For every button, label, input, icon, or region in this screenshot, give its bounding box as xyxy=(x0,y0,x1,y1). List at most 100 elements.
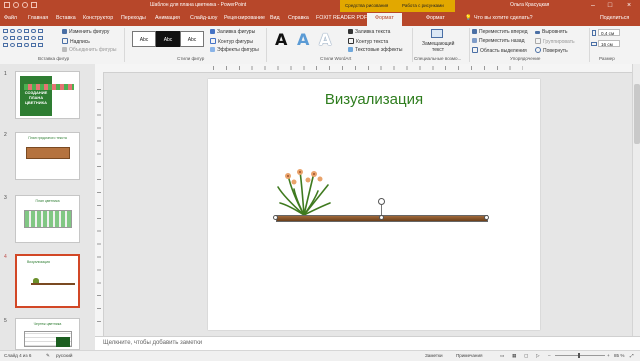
effects-icon xyxy=(210,47,215,52)
ribbon-tabs: Файл Главная Вставка Конструктор Переход… xyxy=(0,12,640,26)
fit-slide-icon[interactable]: ⤢ xyxy=(630,353,634,358)
zoom-level[interactable]: 85 % xyxy=(614,353,624,358)
rotate-handle-stem xyxy=(381,205,382,215)
vertical-ruler xyxy=(95,72,104,336)
slide-thumbnail-panel[interactable]: 1 СОЗДАНИЕ ПЛАНА ЦВЕТНИКА 2 План грядочн… xyxy=(0,64,95,350)
slideshow-view-icon[interactable]: ▷ xyxy=(536,353,540,359)
merge-shapes-button[interactable]: Объединить фигуры xyxy=(62,47,116,53)
window-title: Шаблон для плана цветника - PowerPoint xyxy=(150,2,247,8)
text-effects-button[interactable]: Текстовые эффекты xyxy=(348,47,402,53)
tab-home[interactable]: Главная xyxy=(28,15,48,21)
text-box-button[interactable]: Надпись xyxy=(62,38,90,45)
slide-thumbnail-5[interactable]: Чертеж цветника xyxy=(15,318,80,350)
minimize-button[interactable]: – xyxy=(586,1,600,11)
bring-forward-button[interactable]: Переместить вперед xyxy=(472,29,528,35)
group-label-arrange: Упорядочение xyxy=(510,56,541,61)
text-effects-icon xyxy=(348,47,353,52)
zoom-slider-thumb[interactable] xyxy=(578,353,580,358)
tab-review[interactable]: Рецензирование xyxy=(224,15,265,21)
slide-sorter-icon[interactable]: ▦ xyxy=(512,353,516,359)
context-hint-label: Работа с рисунками xyxy=(402,3,444,8)
vertical-scrollbar[interactable] xyxy=(632,64,640,336)
tab-file[interactable]: Файл xyxy=(4,15,17,21)
shape-style-white[interactable]: Abc xyxy=(132,31,156,47)
text-outline-button[interactable]: Контур текста xyxy=(348,38,388,45)
resize-handle-middle[interactable] xyxy=(379,215,384,220)
thumbnail-number: 4 xyxy=(4,254,7,260)
group-label-wordart: Стили WordArt xyxy=(320,56,352,61)
undo-icon[interactable] xyxy=(13,2,19,8)
tab-format-picture[interactable]: Формат xyxy=(426,15,445,21)
spellcheck-icon[interactable]: ✎ xyxy=(46,353,50,359)
user-name[interactable]: Ольга Красуцкая xyxy=(510,2,549,8)
slide-canvas[interactable]: Визуализация xyxy=(208,79,540,330)
tab-animations[interactable]: Анимация xyxy=(155,15,180,21)
text-outline-icon xyxy=(348,38,354,44)
thumb-bed xyxy=(26,147,70,159)
width-icon xyxy=(591,42,597,46)
redo-icon[interactable] xyxy=(22,2,28,8)
align-button[interactable]: Выровнять xyxy=(535,29,568,35)
group-button[interactable]: Группировать xyxy=(535,38,575,45)
shape-style-black[interactable]: Abc xyxy=(156,31,180,47)
maximize-button[interactable]: □ xyxy=(603,1,617,11)
slide-thumbnail-4[interactable]: Визуализация xyxy=(15,254,80,308)
text-fill-icon xyxy=(348,29,353,34)
tab-help[interactable]: Справка xyxy=(288,15,309,21)
send-backward-icon xyxy=(472,38,477,43)
tab-insert[interactable]: Вставка xyxy=(56,15,76,21)
slide-thumbnail-1[interactable]: СОЗДАНИЕ ПЛАНА ЦВЕТНИКА xyxy=(15,71,80,119)
rotate-handle-icon[interactable] xyxy=(378,198,385,205)
shape-width-input[interactable]: 16 см xyxy=(598,40,620,47)
shape-height-input[interactable]: 0,4 см xyxy=(598,29,620,36)
tab-format-drawing[interactable]: Формат xyxy=(367,13,402,26)
flower-plant-image[interactable] xyxy=(274,167,334,217)
send-backward-button[interactable]: Переместить назад xyxy=(472,38,525,44)
shape-style-outline[interactable]: Abc xyxy=(180,31,204,47)
language-indicator[interactable]: русский xyxy=(56,353,72,358)
tab-design[interactable]: Конструктор xyxy=(83,15,113,21)
wordart-black[interactable]: A xyxy=(275,30,287,49)
slide-counter: Слайд 4 из 6 xyxy=(4,353,32,358)
outline-pen-icon xyxy=(210,38,216,44)
notes-placeholder[interactable]: Щелкните, чтобы добавить заметки xyxy=(103,340,202,346)
rotate-button[interactable]: Повернуть xyxy=(535,47,568,54)
zoom-slider[interactable] xyxy=(555,355,605,356)
scrollbar-thumb[interactable] xyxy=(634,84,640,144)
reading-view-icon[interactable]: ▢ xyxy=(524,353,528,359)
slideshow-start-icon[interactable] xyxy=(31,2,37,8)
edit-shape-button[interactable]: Изменить фигуру xyxy=(62,29,109,35)
shapes-gallery[interactable] xyxy=(3,29,59,53)
notes-pane[interactable]: Щелкните, чтобы добавить заметки xyxy=(95,336,640,351)
shape-outline-button[interactable]: Контур фигуры xyxy=(210,38,253,45)
zoom-out-button[interactable]: – xyxy=(548,353,551,358)
alt-text-button-line2[interactable]: текст xyxy=(432,47,444,53)
horizontal-ruler xyxy=(95,64,632,73)
shape-fill-button[interactable]: Заливка фигуры xyxy=(210,29,255,35)
close-button[interactable]: × xyxy=(622,1,636,11)
tab-slideshow[interactable]: Слайд-шоу xyxy=(190,15,217,21)
edit-shape-icon xyxy=(62,29,67,34)
slide-thumbnail-3[interactable]: План цветника xyxy=(15,195,80,243)
slide-title[interactable]: Визуализация xyxy=(208,91,540,108)
shape-effects-button[interactable]: Эффекты фигуры xyxy=(210,47,259,53)
resize-handle-left[interactable] xyxy=(273,215,278,220)
thumbnail-number: 5 xyxy=(4,318,7,324)
tab-view[interactable]: Вид xyxy=(270,15,280,21)
tab-transitions[interactable]: Переходы xyxy=(121,15,146,21)
tab-foxit[interactable]: FOXIT READER PDF xyxy=(316,15,367,21)
wordart-blue[interactable]: A xyxy=(297,30,309,49)
tell-me-input[interactable]: Что вы хотите сделать? xyxy=(474,15,533,21)
align-icon xyxy=(535,31,540,34)
wordart-outline[interactable]: A xyxy=(319,30,331,49)
zoom-in-button[interactable]: + xyxy=(607,353,610,358)
save-icon[interactable] xyxy=(4,2,10,8)
comments-toggle-button[interactable]: Примечания xyxy=(456,353,483,358)
slide-thumbnail-2[interactable]: План грядочного текста xyxy=(15,132,80,180)
notes-toggle-button[interactable]: Заметки xyxy=(425,353,443,358)
normal-view-icon[interactable]: ▭ xyxy=(500,353,504,359)
selection-pane-button[interactable]: Область выделения xyxy=(472,47,527,54)
resize-handle-right[interactable] xyxy=(484,215,489,220)
text-fill-button[interactable]: Заливка текста xyxy=(348,29,390,35)
share-button[interactable]: Поделиться xyxy=(600,15,629,21)
